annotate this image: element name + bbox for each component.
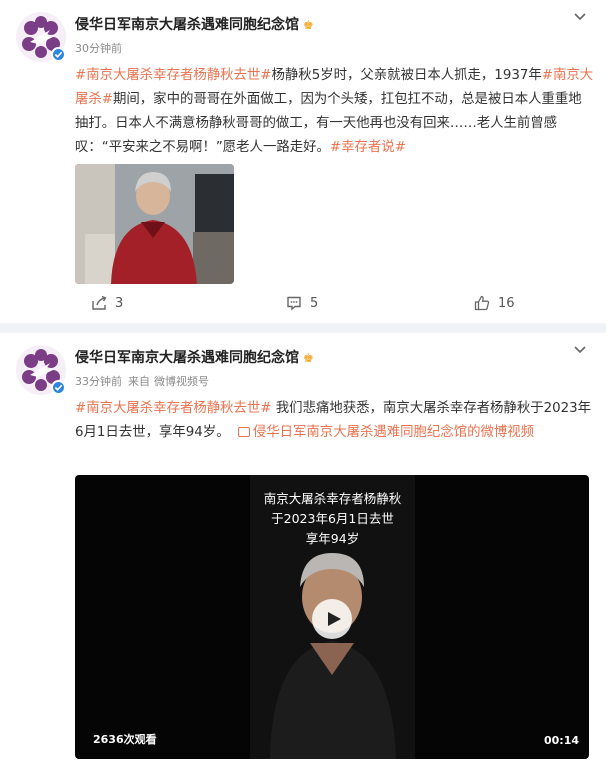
comment-count: 5 (310, 295, 319, 311)
video-title-line: 于2023年6月1日去世 (271, 511, 394, 526)
video-player[interactable]: 南京大屠杀幸存者杨静秋 于2023年6月1日去世 享年94岁 2636次观看 0… (75, 475, 589, 759)
chevron-down-icon[interactable] (572, 8, 588, 24)
play-icon (327, 612, 341, 626)
post-text-segment: 期间，家中的哥哥在外面做工，因为个头矮，扛包扛不动，总是被日本人重重地抽打。日本… (75, 92, 582, 155)
video-duration: 00:14 (543, 734, 579, 747)
chevron-down-icon[interactable] (572, 341, 588, 357)
post-text: #南京大屠杀幸存者杨静秋去世# 我们悲痛地获悉，南京大屠杀幸存者杨静秋于2023… (75, 397, 595, 445)
share-count: 3 (115, 295, 124, 311)
source-prefix: 来自 (128, 375, 150, 388)
author-name[interactable]: 侵华日军南京大屠杀遇难同胞纪念馆 ♚ (75, 347, 314, 367)
post-image[interactable] (75, 164, 234, 284)
like-count: 16 (498, 295, 515, 311)
video-link-icon (237, 427, 250, 437)
weibo-post: 侵华日军南京大屠杀遇难同胞纪念馆 ♚ 33分钟前 来自 微博视频号 #南京大屠杀幸存者… (0, 333, 606, 772)
verified-badge-icon (51, 47, 66, 62)
video-overlay-title: 南京大屠杀幸存者杨静秋 于2023年6月1日去世 享年94岁 (250, 489, 415, 549)
like-button[interactable]: 16 (474, 291, 515, 315)
crown-icon: ♚ (303, 351, 314, 365)
video-link[interactable]: 侵华日军南京大屠杀遇难同胞纪念馆的微博视频 (253, 425, 534, 440)
hashtag-link[interactable]: #南京大屠杀幸存者杨静秋去世# (75, 68, 272, 83)
weibo-post: 侵华日军南京大屠杀遇难同胞纪念馆 ♚ 30分钟前 #南京大屠杀幸存者杨静秋去世#杨… (0, 0, 606, 323)
play-button[interactable] (312, 599, 352, 639)
video-title-line: 享年94岁 (305, 531, 360, 546)
hashtag-link[interactable]: #幸存者说# (330, 140, 406, 155)
crown-icon: ♚ (303, 18, 314, 32)
share-icon (92, 295, 107, 310)
comment-icon (287, 296, 301, 311)
author-name[interactable]: 侵华日军南京大屠杀遇难同胞纪念馆 ♚ (75, 14, 314, 34)
post-source[interactable]: 微博视频号 (154, 375, 209, 388)
share-button[interactable]: 3 (91, 291, 123, 315)
post-text: #南京大屠杀幸存者杨静秋去世#杨静秋5岁时，父亲就被日本人抓走，1937年#南京… (75, 64, 595, 160)
action-bar: 3 5 16 (0, 291, 606, 315)
view-count: 2636次观看 (93, 733, 157, 746)
video-title-line: 南京大屠杀幸存者杨静秋 (263, 491, 402, 506)
verified-badge-icon (51, 380, 66, 395)
post-time[interactable]: 33分钟前 (75, 375, 122, 388)
like-icon (474, 295, 490, 311)
post-meta: 33分钟前 来自 微博视频号 (75, 373, 215, 389)
post-meta: 30分钟前 (75, 40, 128, 56)
comment-button[interactable]: 5 (286, 291, 318, 315)
post-text-segment: 杨静秋5岁时，父亲就被日本人抓走，1937年 (271, 68, 542, 83)
hashtag-link[interactable]: #南京大屠杀幸存者杨静秋去世# (75, 401, 272, 416)
post-time[interactable]: 30分钟前 (75, 42, 122, 55)
photo-elderly-woman (75, 164, 234, 284)
